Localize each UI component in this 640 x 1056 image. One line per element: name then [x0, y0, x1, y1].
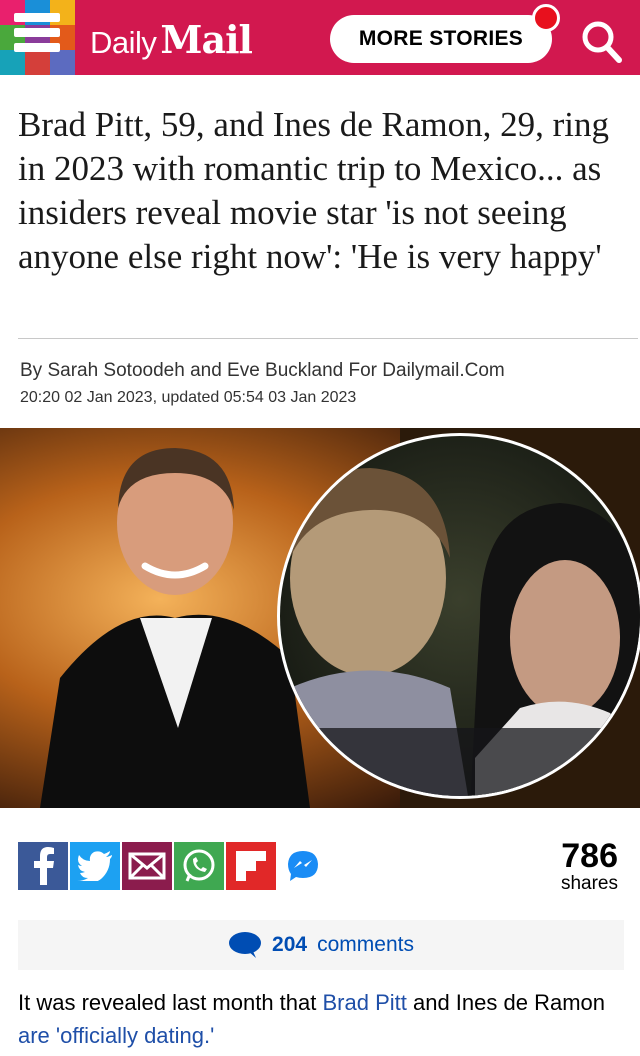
- divider: [18, 338, 638, 339]
- share-count: 786 shares: [561, 838, 618, 894]
- officially-dating-link[interactable]: are 'officially dating.': [18, 1023, 214, 1048]
- whatsapp-icon[interactable]: [174, 842, 224, 890]
- brad-pitt-link[interactable]: Brad Pitt: [323, 990, 407, 1015]
- search-icon[interactable]: [578, 18, 624, 64]
- article-photo[interactable]: [0, 428, 640, 808]
- top-bar: Daily Mail MORE STORIES: [0, 0, 640, 75]
- logo[interactable]: Daily Mail: [90, 17, 253, 62]
- article-paragraph: It was revealed last month that Brad Pit…: [18, 986, 628, 1052]
- menu-button[interactable]: [0, 0, 75, 75]
- messenger-icon[interactable]: [278, 842, 328, 890]
- share-buttons: [18, 842, 330, 890]
- logo-mail: Mail: [160, 17, 253, 62]
- more-stories-button[interactable]: MORE STORIES: [330, 15, 552, 63]
- flipboard-icon[interactable]: [226, 842, 276, 890]
- hamburger-icon: [14, 13, 60, 61]
- logo-daily: Daily: [90, 25, 157, 60]
- article-headline: Brad Pitt, 59, and Ines de Ramon, 29, ri…: [18, 105, 610, 276]
- comments-count: 204: [272, 933, 308, 956]
- paragraph-text: and Ines de Ramon: [406, 990, 606, 1015]
- share-count-number: 786: [561, 837, 618, 875]
- comment-bubble-icon: [229, 932, 262, 958]
- byline[interactable]: By Sarah Sotoodeh and Eve Buckland For D…: [20, 360, 505, 382]
- comments-label: comments: [317, 933, 414, 956]
- facebook-icon[interactable]: [18, 842, 68, 890]
- paragraph-text: It was revealed last month that: [18, 990, 323, 1015]
- comments-button[interactable]: 204 comments: [18, 920, 624, 970]
- share-count-label: shares: [560, 873, 618, 894]
- photo-illustration: [0, 428, 640, 808]
- notification-dot: [532, 4, 560, 32]
- email-icon[interactable]: [122, 842, 172, 890]
- dateline: 20:20 02 Jan 2023, updated 05:54 03 Jan …: [20, 389, 357, 406]
- twitter-icon[interactable]: [70, 842, 120, 890]
